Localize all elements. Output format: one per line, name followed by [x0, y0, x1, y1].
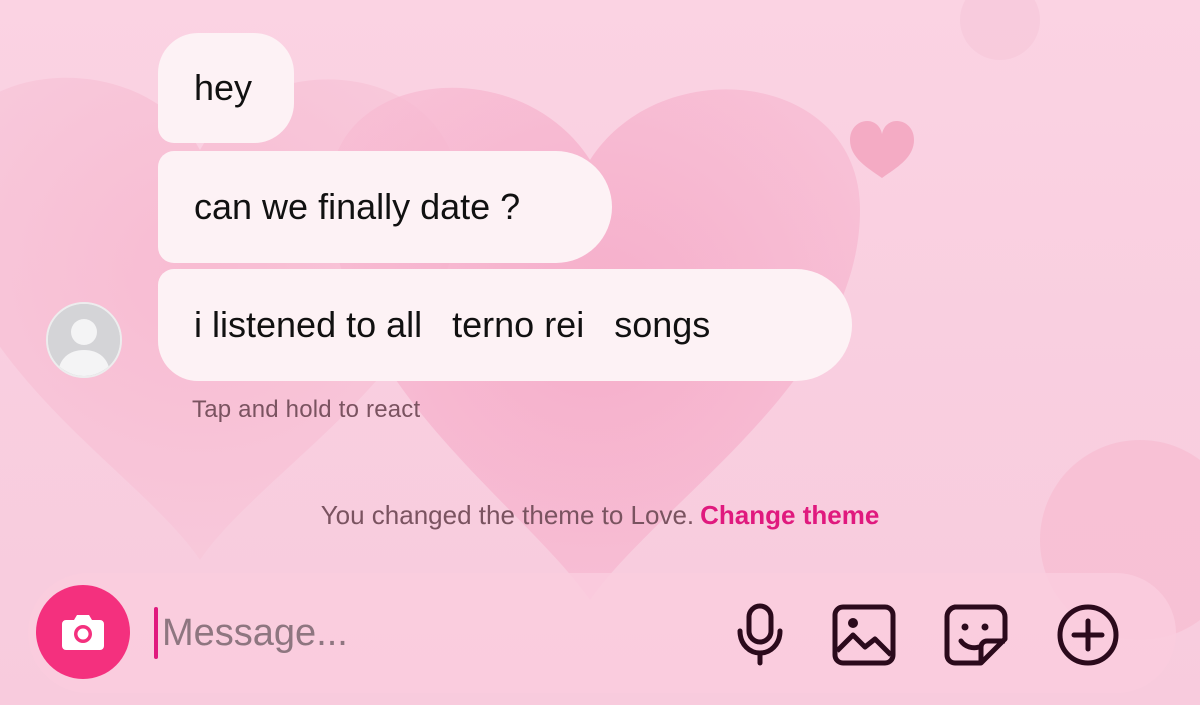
theme-notice-text: You changed the theme to Love.	[320, 500, 695, 530]
camera-icon	[62, 615, 104, 650]
react-hint: Tap and hold to react	[192, 396, 421, 423]
microphone-button[interactable]	[724, 599, 796, 671]
message-text: i listened to all terno rei songs	[194, 304, 711, 345]
more-options-button[interactable]	[1052, 599, 1124, 671]
change-theme-link[interactable]: Change theme	[700, 500, 879, 530]
message-text: can we finally date ?	[194, 186, 521, 227]
sticker-button[interactable]	[940, 599, 1012, 671]
sticker-icon	[944, 604, 1008, 666]
message-composer	[28, 573, 1176, 693]
message-input[interactable]	[162, 601, 682, 665]
microphone-icon	[737, 603, 783, 666]
gallery-button[interactable]	[828, 599, 900, 671]
gallery-icon	[832, 604, 896, 666]
default-user-avatar-icon	[48, 304, 120, 376]
theme-change-notice: You changed the theme to Love. Change the…	[0, 500, 1200, 531]
plus-icon	[1057, 604, 1119, 666]
message-text: hey	[194, 67, 253, 108]
message-bubble[interactable]: can we finally date ?	[158, 151, 612, 263]
sender-avatar[interactable]	[46, 302, 122, 378]
message-bubble[interactable]: hey	[158, 33, 294, 143]
text-cursor	[154, 607, 158, 659]
message-bubble[interactable]: i listened to all terno rei songs	[158, 269, 852, 381]
camera-button[interactable]	[36, 585, 130, 679]
